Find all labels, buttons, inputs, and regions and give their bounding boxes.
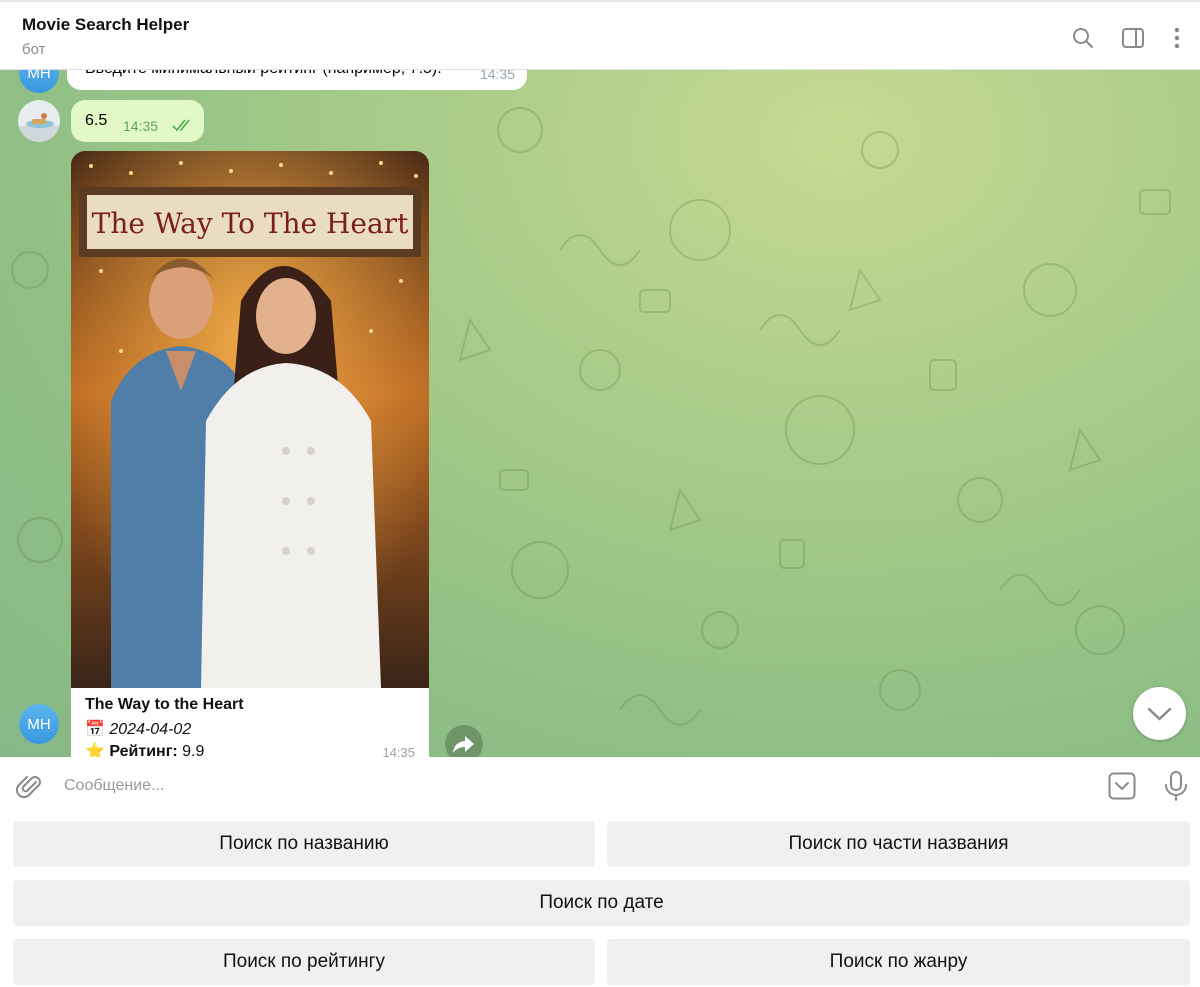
message-composer [0, 757, 1200, 813]
chat-area[interactable]: MH Введите минимальный рейтинг (например… [0, 70, 1200, 757]
star-icon: ⭐ [85, 743, 105, 757]
search-by-rating-button[interactable]: Поиск по рейтингу [13, 939, 595, 985]
bot-keyboard-icon[interactable] [1108, 772, 1136, 800]
avatar-initials: MH [27, 70, 51, 82]
double-check-icon [172, 119, 190, 132]
chat-subtitle: бот [22, 41, 46, 58]
message-input[interactable] [62, 771, 1086, 801]
rating-value: 9.9 [182, 743, 205, 757]
search-by-partial-title-button[interactable]: Поиск по части названия [607, 821, 1190, 867]
poster-title-text: The Way To The Heart [92, 207, 409, 240]
chat-header: Movie Search Helper бот [0, 0, 1200, 70]
user-message-bubble[interactable]: 6.5 14:35 [71, 100, 204, 142]
bot-avatar[interactable]: MH [19, 704, 59, 744]
search-by-genre-button[interactable]: Поиск по жанру [607, 939, 1190, 985]
rating-label: Рейтинг: [109, 743, 178, 757]
search-by-title-button[interactable]: Поиск по названию [13, 821, 595, 867]
bot-reply-keyboard: Поиск по названию Поиск по части названи… [0, 813, 1200, 987]
search-icon[interactable] [1071, 26, 1095, 50]
movie-card-caption[interactable]: The Way to the Heart 📅 2024-04-02 ⭐ Рейт… [71, 688, 429, 757]
chat-title[interactable]: Movie Search Helper [22, 15, 189, 35]
movie-date: 📅 2024-04-02 [85, 719, 191, 739]
message-time: 14:35 [123, 118, 159, 134]
user-avatar[interactable] [18, 100, 60, 142]
avatar-initials: MH [27, 715, 51, 733]
microphone-icon[interactable] [1163, 770, 1189, 802]
bot-message-bubble[interactable]: Введите минимальный рейтинг (например, 7… [67, 70, 527, 90]
calendar-icon: 📅 [85, 721, 105, 738]
message-time: 14:35 [382, 745, 415, 757]
message-text: Введите минимальный рейтинг (например, 7… [85, 70, 442, 78]
message-text: 6.5 [85, 112, 108, 129]
scroll-down-button[interactable] [1133, 687, 1186, 740]
attach-icon[interactable] [16, 773, 44, 801]
release-date: 2024-04-02 [109, 721, 192, 738]
movie-title: The Way to the Heart [85, 696, 244, 713]
more-vertical-icon[interactable] [1165, 26, 1189, 50]
forward-icon[interactable] [445, 725, 483, 757]
search-by-date-button[interactable]: Поиск по дате [13, 880, 1190, 926]
movie-poster-image[interactable]: The Way To The Heart [71, 151, 429, 688]
movie-rating: ⭐ Рейтинг: 9.9 [85, 741, 204, 757]
message-time: 14:35 [479, 70, 515, 82]
sidebar-toggle-icon[interactable] [1121, 26, 1145, 50]
